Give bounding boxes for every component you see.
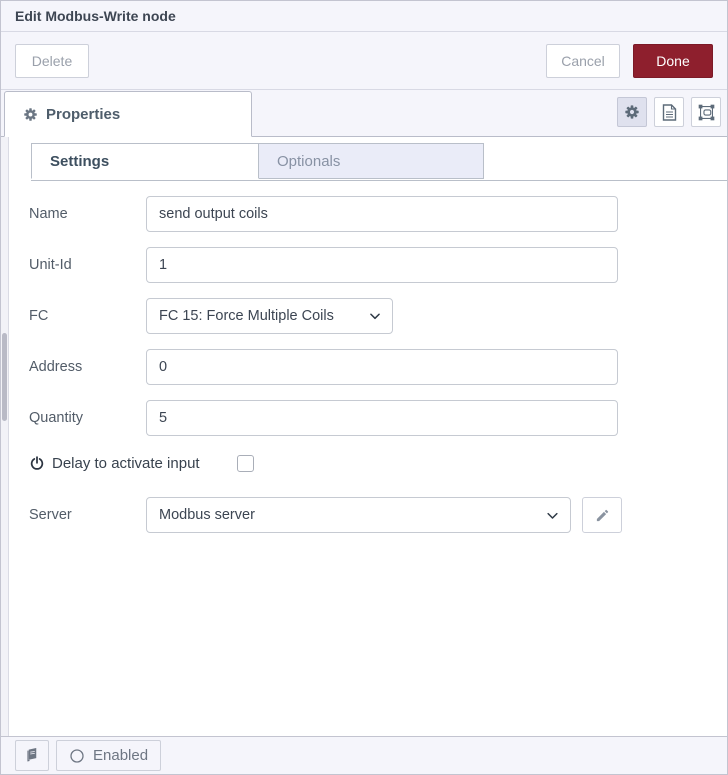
tab-properties[interactable]: Properties [4, 91, 252, 137]
quantity-label: Quantity [29, 410, 83, 426]
fc-selected-value: FC 15: Force Multiple Coils [159, 308, 334, 324]
fc-label: FC [29, 308, 49, 324]
scrollbar-thumb[interactable] [2, 333, 7, 421]
document-icon [662, 103, 677, 121]
cancel-button[interactable]: Cancel [546, 43, 620, 78]
tab-properties-label: Properties [46, 105, 121, 123]
quantity-row: Quantity [29, 400, 727, 436]
description-icon-button[interactable] [654, 97, 684, 127]
server-selected-value: Modbus server [159, 507, 255, 523]
name-row: Name [29, 196, 727, 232]
enabled-label: Enabled [93, 747, 149, 764]
delay-row: Delay to activate input [29, 452, 727, 474]
scrollbar[interactable] [1, 137, 9, 736]
fc-row: FC FC 15: Force Multiple Coils [29, 298, 727, 334]
enabled-toggle-button[interactable]: Enabled [56, 740, 162, 771]
server-label: Server [29, 507, 72, 523]
power-icon [29, 455, 45, 472]
tab-optionals[interactable]: Optionals [259, 143, 484, 179]
book-icon [25, 748, 40, 763]
fc-select[interactable]: FC 15: Force Multiple Coils [146, 298, 393, 334]
delay-label: Delay to activate input [52, 454, 200, 472]
unit-id-label: Unit-Id [29, 257, 72, 273]
editor-tabstrip: Properties [1, 90, 727, 137]
name-label: Name [29, 206, 68, 222]
dialog-footer: Enabled [1, 736, 727, 774]
chevron-down-icon [545, 508, 560, 523]
server-select[interactable]: Modbus server [146, 497, 571, 533]
form-tabs: Settings Optionals [31, 143, 727, 181]
editor-tab-buttons [617, 97, 721, 127]
edit-server-button[interactable] [582, 497, 622, 533]
chevron-down-icon [368, 309, 382, 323]
action-bar: Delete Cancel Done [1, 32, 727, 90]
tab-settings[interactable]: Settings [31, 143, 259, 179]
settings-form: Name Unit-Id FC FC 15: Force Multiple Co… [9, 181, 727, 533]
dialog-header: Edit Modbus-Write node [1, 1, 727, 32]
name-input[interactable] [146, 196, 618, 232]
pencil-icon [595, 508, 610, 523]
unit-id-input[interactable] [146, 247, 618, 283]
unit-id-row: Unit-Id [29, 247, 727, 283]
delete-button[interactable]: Delete [15, 43, 89, 78]
properties-icon-button[interactable] [617, 97, 647, 127]
delay-checkbox[interactable] [236, 454, 254, 472]
gear-icon [624, 104, 640, 120]
gear-icon [23, 107, 38, 122]
server-row: Server Modbus server [29, 497, 727, 533]
address-input[interactable] [146, 349, 618, 385]
appearance-icon [698, 104, 715, 121]
address-label: Address [29, 359, 83, 375]
quantity-input[interactable] [146, 400, 618, 436]
done-button[interactable]: Done [633, 43, 713, 78]
appearance-icon-button[interactable] [691, 97, 721, 127]
form-content: Settings Optionals Name Unit-Id FC FC 15… [1, 137, 727, 736]
edit-node-dialog: Edit Modbus-Write node Delete Cancel Don… [0, 0, 728, 775]
address-row: Address [29, 349, 727, 385]
node-help-button[interactable] [15, 740, 49, 771]
circle-status-icon [69, 748, 85, 764]
page-title: Edit Modbus-Write node [15, 8, 176, 24]
